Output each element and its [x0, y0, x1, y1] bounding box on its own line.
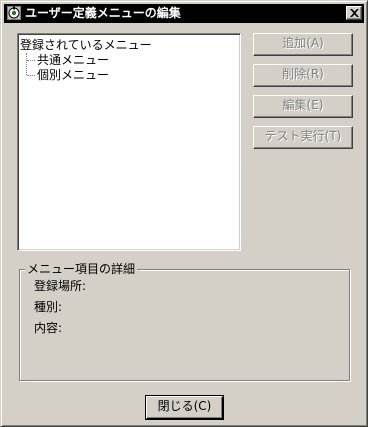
test-run-button[interactable]: テスト実行(T) — [253, 126, 353, 149]
tree-item-common-menu[interactable]: 共通メニュー — [37, 53, 109, 67]
dialog-window: ユーザー定義メニューの編集 登録されているメニュー 共通メニュー 個別メニュー … — [0, 0, 368, 427]
tree-connector — [26, 53, 27, 75]
tree-connector — [27, 60, 35, 61]
title-bar[interactable]: ユーザー定義メニューの編集 — [4, 4, 364, 23]
edit-button[interactable]: 編集(E) — [253, 95, 353, 118]
title-close-button[interactable] — [346, 6, 362, 20]
delete-button[interactable]: 削除(R) — [253, 64, 353, 87]
app-icon — [7, 6, 21, 20]
location-label: 登録場所: — [34, 279, 87, 293]
tree-connector — [27, 75, 35, 76]
tree-root-item[interactable]: 登録されているメニュー — [20, 38, 152, 52]
add-button[interactable]: 追加(A) — [253, 33, 353, 56]
tree-item-individual-menu[interactable]: 個別メニュー — [37, 68, 109, 82]
details-group-title: メニュー項目の詳細 — [25, 262, 138, 276]
menu-tree[interactable]: 登録されているメニュー 共通メニュー 個別メニュー — [17, 33, 241, 251]
content-label: 内容: — [34, 321, 63, 335]
close-icon — [350, 9, 359, 17]
close-button[interactable]: 閉じる(C) — [146, 396, 223, 419]
window-title: ユーザー定義メニューの編集 — [25, 6, 181, 20]
type-label: 種別: — [34, 300, 63, 314]
